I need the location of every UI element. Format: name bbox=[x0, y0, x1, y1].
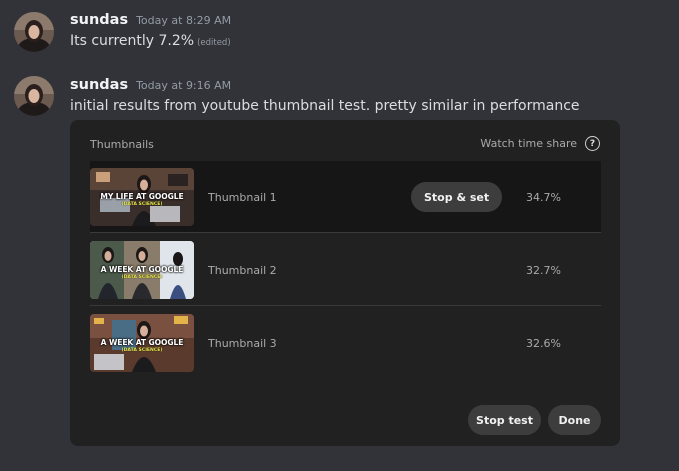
stop-and-set-button[interactable]: Stop & set bbox=[411, 182, 503, 212]
username[interactable]: sundas bbox=[70, 77, 128, 93]
thumbnail-2-image: A WEEK AT GOOGLE (DATA SCIENCE) bbox=[90, 241, 194, 299]
card-footer: Stop test Done bbox=[70, 392, 620, 446]
thumbnail-3-label: Thumbnail 3 bbox=[208, 337, 277, 350]
message-text: initial results from youtube thumbnail t… bbox=[70, 98, 580, 114]
thumbnail-3-share: 32.6% bbox=[526, 337, 561, 350]
thumbnail-1-subtitle: (DATA SCIENCE) bbox=[121, 202, 163, 207]
thumbnail-row-2[interactable]: A WEEK AT GOOGLE (DATA SCIENCE) Thumbnai… bbox=[90, 234, 601, 306]
watch-time-share-heading: Watch time share ? bbox=[480, 136, 600, 151]
thumbnail-2-label: Thumbnail 2 bbox=[208, 264, 277, 277]
message-text: Its currently 7.2% (edited) bbox=[70, 33, 231, 49]
done-button[interactable]: Done bbox=[548, 405, 601, 435]
user-avatar[interactable] bbox=[14, 12, 54, 52]
watch-time-share-label: Watch time share bbox=[480, 137, 577, 150]
thumbnail-1-label: Thumbnail 1 bbox=[208, 191, 277, 204]
username[interactable]: sundas bbox=[70, 12, 128, 28]
thumbnail-3-image: A WEEK AT GOOGLE (DATA SCIENCE) bbox=[90, 314, 194, 372]
thumbnail-2-title: A WEEK AT GOOGLE bbox=[100, 265, 184, 274]
thumbnail-1-title: MY LIFE AT GOOGLE bbox=[100, 192, 184, 201]
thumbnail-3-title: A WEEK AT GOOGLE bbox=[100, 338, 184, 347]
timestamp: Today at 9:16 AM bbox=[136, 79, 232, 92]
thumbnails-heading: Thumbnails bbox=[90, 138, 154, 151]
thumbnail-2-share: 32.7% bbox=[526, 264, 561, 277]
thumbnail-1-share: 34.7% bbox=[526, 191, 561, 204]
thumbnail-2-subtitle: (DATA SCIENCE) bbox=[121, 275, 163, 280]
thumbnail-1-image: MY LIFE AT GOOGLE (DATA SCIENCE) bbox=[90, 168, 194, 226]
thumbnail-3-subtitle: (DATA SCIENCE) bbox=[121, 348, 163, 353]
edited-label: (edited) bbox=[197, 38, 231, 48]
thumbnail-test-card: Thumbnails Watch time share ? MY LIFE AT… bbox=[70, 120, 620, 446]
user-avatar[interactable] bbox=[14, 76, 54, 116]
thumbnail-row-3[interactable]: A WEEK AT GOOGLE (DATA SCIENCE) Thumbnai… bbox=[90, 307, 601, 379]
help-circle-icon[interactable]: ? bbox=[585, 136, 600, 151]
message-text-body: Its currently 7.2% bbox=[70, 33, 195, 49]
thumbnail-row-1[interactable]: MY LIFE AT GOOGLE (DATA SCIENCE) Thumbna… bbox=[90, 161, 601, 233]
timestamp: Today at 8:29 AM bbox=[136, 14, 232, 27]
stop-test-button[interactable]: Stop test bbox=[468, 405, 541, 435]
